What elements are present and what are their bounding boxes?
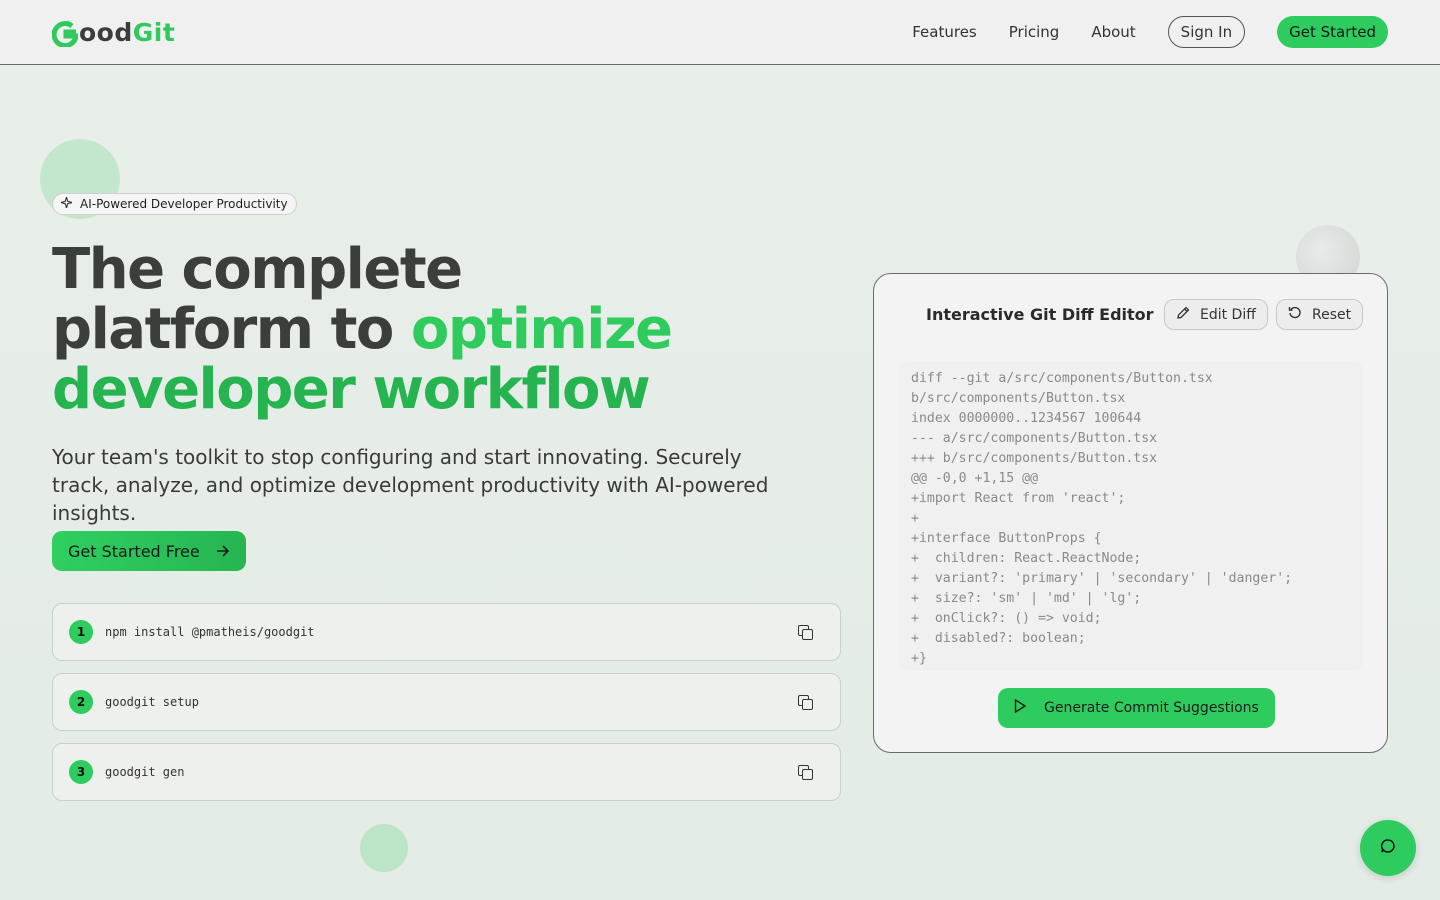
generate-label: Generate Commit Suggestions [1044,700,1259,716]
get-started-free-button[interactable]: Get Started Free [52,531,246,571]
edit-diff-button[interactable]: Edit Diff [1164,299,1268,330]
generate-commit-button[interactable]: Generate Commit Suggestions [998,688,1275,728]
reset-label: Reset [1312,306,1352,323]
logo-mark-icon [51,17,79,49]
reset-button[interactable]: Reset [1276,299,1364,330]
hero-title-line2-a: platform to [52,297,411,362]
arrow-right-icon [216,542,230,561]
hero-title-line1: The complete [52,237,463,302]
nav-pricing[interactable]: Pricing [1009,23,1060,41]
hero-title-highlight: optimize [410,297,673,362]
nav-features[interactable]: Features [912,23,977,41]
chat-button[interactable] [1360,820,1416,876]
step-command: npm install @pmatheis/goodgit [105,625,315,639]
hero-subtitle: Your team's toolkit to stop configuring … [52,445,769,525]
install-step-1: 1 npm install @pmatheis/goodgit [52,603,841,661]
diff-code-area[interactable]: diff --git a/src/components/Button.tsx b… [899,361,1363,671]
step-command: goodgit gen [105,765,185,779]
diff-editor-card: Interactive Git Diff Editor Edit Diff Re… [873,273,1388,753]
hero-title-line3: developer workflow [52,357,651,422]
step-number: 1 [69,620,93,644]
sparkle-icon [58,194,75,211]
cta-label: Get Started Free [68,541,200,561]
play-icon [1014,698,1027,717]
editor-title: Interactive Git Diff Editor [926,305,1154,324]
hero-title: The complete platform to optimize develo… [52,240,832,420]
copy-icon[interactable] [796,623,814,641]
decor-circle [360,824,408,872]
sign-in-button[interactable]: Sign In [1167,16,1246,48]
site-header: ood Git Features Pricing About Sign In G… [0,0,1440,65]
get-started-button[interactable]: Get Started [1277,16,1388,48]
step-number: 3 [69,760,93,784]
nav-about[interactable]: About [1091,23,1135,41]
step-command: goodgit setup [105,695,199,709]
hero-title-line2: platform to optimize [52,300,832,360]
step-number: 2 [69,690,93,714]
edit-diff-label: Edit Diff [1200,306,1256,323]
logo-text-good: ood [79,17,133,47]
rotate-icon [1288,306,1302,324]
badge-label: AI-Powered Developer Productivity [80,197,288,211]
install-step-2: 2 goodgit setup [52,673,841,731]
install-step-3: 3 goodgit gen [52,743,841,801]
main-nav: Features Pricing About Sign In Get Start… [880,16,1388,48]
logo-text-git: Git [132,17,176,47]
hero-badge: AI-Powered Developer Productivity [52,193,297,215]
chat-icon [1380,838,1396,858]
logo[interactable]: ood Git [51,17,176,49]
pencil-icon [1176,306,1190,324]
copy-icon[interactable] [796,763,814,781]
copy-icon[interactable] [796,693,814,711]
